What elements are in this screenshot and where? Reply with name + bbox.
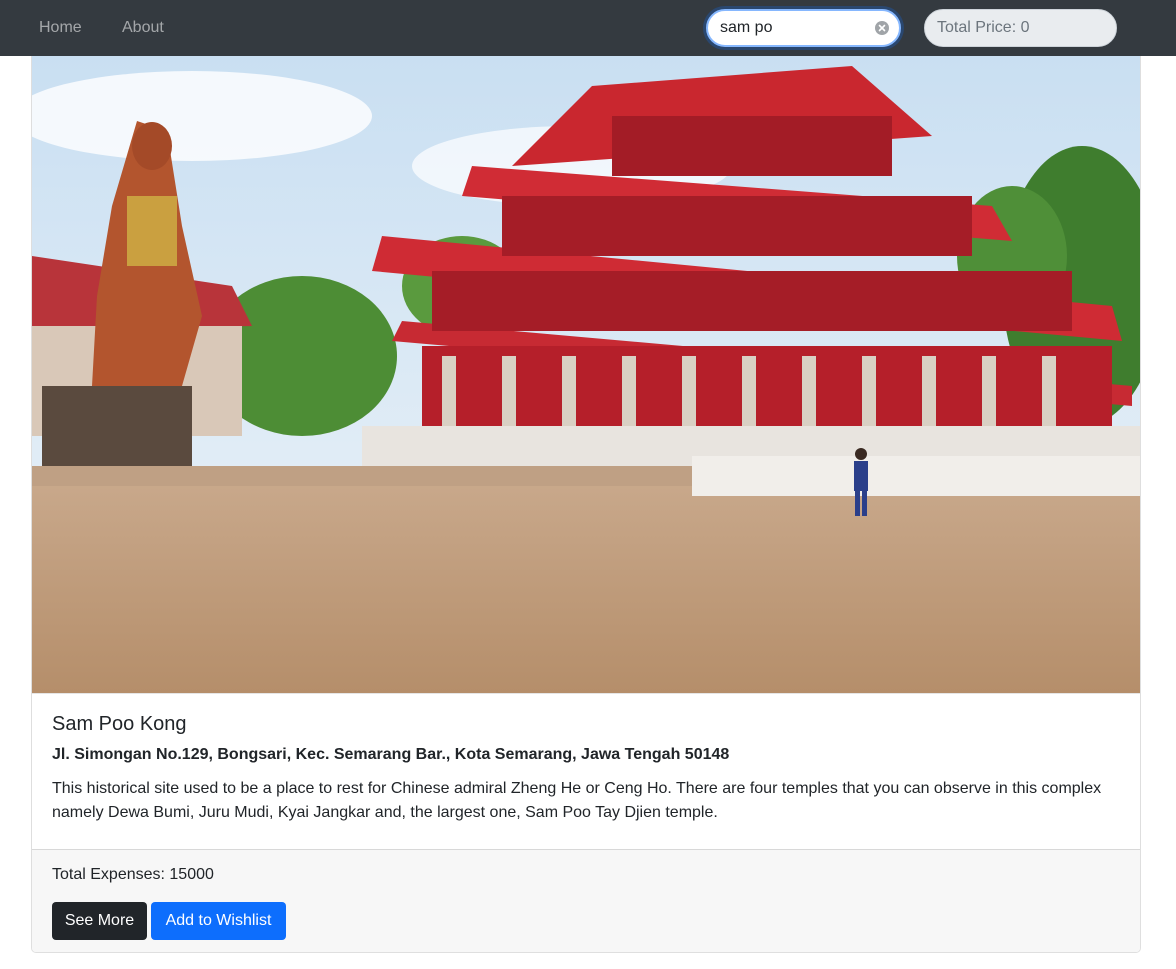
see-more-button[interactable]: See More xyxy=(52,902,147,940)
search-input[interactable] xyxy=(720,11,870,45)
destination-description: This historical site used to be a place … xyxy=(52,780,1102,821)
clear-icon[interactable] xyxy=(875,21,889,35)
total-price-field: Total Price: 0 xyxy=(924,9,1117,47)
nav-home-link[interactable]: Home xyxy=(39,18,82,38)
nav-about-link[interactable]: About xyxy=(122,18,164,38)
destination-title: Sam Poo Kong xyxy=(52,713,187,735)
total-expenses: Total Expenses: 15000 xyxy=(52,866,214,883)
destination-address: Jl. Simongan No.129, Bongsari, Kec. Sema… xyxy=(52,746,730,763)
card-footer: Total Expenses: 15000 See More Add to Wi… xyxy=(32,849,1140,952)
search-box[interactable] xyxy=(706,9,901,47)
temple-photo-illustration xyxy=(32,56,1140,693)
card-body: Sam Poo Kong Jl. Simongan No.129, Bongsa… xyxy=(32,694,1140,850)
navbar: Home About Total Price: 0 xyxy=(0,0,1176,56)
add-to-wishlist-button[interactable]: Add to Wishlist xyxy=(151,902,286,940)
destination-card: Sam Poo Kong Jl. Simongan No.129, Bongsa… xyxy=(31,56,1141,953)
temple-photo xyxy=(32,56,1140,694)
